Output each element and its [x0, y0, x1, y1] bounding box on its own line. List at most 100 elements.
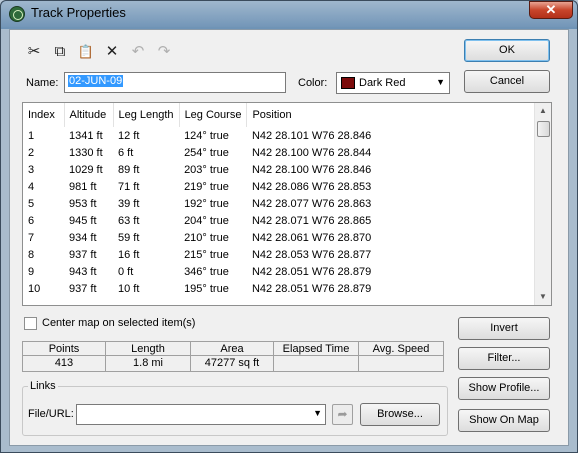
show-on-map-button[interactable]: Show On Map — [458, 409, 550, 432]
column-header-altitude[interactable]: Altitude — [64, 103, 114, 127]
stat-header: Area — [191, 342, 273, 356]
table-row[interactable]: 7 934 ft 59 ft 210° true N42 28.061 W76 28.8… — [23, 229, 537, 246]
file-url-input[interactable]: ▼ — [76, 404, 326, 425]
table-cell: 981 ft — [69, 180, 97, 193]
table-cell: 953 ft — [69, 197, 97, 210]
stat-value: 1.8 mi — [133, 357, 163, 369]
redo-icon[interactable]: ↷ — [154, 42, 174, 62]
table-cell: 0 ft — [118, 265, 134, 278]
table-cell: 8 — [28, 248, 35, 261]
table-cell: N42 28.100 W76 28.844 — [251, 146, 372, 159]
color-swatch — [341, 77, 355, 89]
table-cell: 945 ft — [69, 214, 97, 227]
name-value: 02-JUN-09 — [68, 75, 124, 87]
table-cell: 204° true — [184, 214, 229, 227]
table-cell: N42 28.071 W76 28.865 — [251, 214, 372, 227]
table-row[interactable]: 4 981 ft 71 ft 219° true N42 28.086 W76 28.8… — [23, 178, 537, 195]
name-input[interactable]: 02-JUN-09 — [64, 72, 286, 93]
file-url-label: File/URL: — [28, 408, 74, 420]
scroll-down-icon[interactable]: ▼ — [535, 289, 551, 305]
table-cell: 210° true — [184, 231, 229, 244]
table-row[interactable]: 6 945 ft 63 ft 204° true N42 28.071 W76 28.8… — [23, 212, 537, 229]
table-cell: N42 28.061 W76 28.870 — [251, 231, 372, 244]
ok-button[interactable]: OK — [464, 39, 550, 62]
table-cell: 10 ft — [118, 282, 140, 295]
column-header-leg-length[interactable]: Leg Length — [113, 103, 180, 127]
column-header-index[interactable]: Index — [23, 103, 65, 127]
column-header-position[interactable]: Position — [246, 103, 537, 127]
table-row[interactable]: 5 953 ft 39 ft 192° true N42 28.077 W76 28.8… — [23, 195, 537, 212]
table-cell: 934 ft — [69, 231, 97, 244]
close-button[interactable]: ✕ — [529, 1, 573, 19]
table-cell: 3 — [28, 163, 35, 176]
table-cell: 346° true — [184, 265, 229, 278]
table-row[interactable]: 1 1341 ft 12 ft 124° true N42 28.101 W76 28.… — [23, 127, 537, 144]
table-cell: 937 ft — [69, 248, 97, 261]
cancel-button[interactable]: Cancel — [464, 70, 550, 93]
color-value: Dark Red — [359, 77, 406, 89]
table-cell: N42 28.100 W76 28.846 — [251, 163, 372, 176]
table-row[interactable]: 10 937 ft 10 ft 195° true N42 28.051 W76 28.… — [23, 280, 537, 297]
show-profile-button[interactable]: Show Profile... — [458, 377, 550, 400]
table-row[interactable]: 2 1330 ft 6 ft 254° true N42 28.100 W76 28.8… — [23, 144, 537, 161]
table-cell: 192° true — [184, 197, 229, 210]
name-label: Name: — [26, 77, 59, 89]
stat-value: 413 — [54, 357, 74, 369]
table-cell: 2 — [28, 146, 35, 159]
links-group-title: Links — [28, 380, 58, 392]
table-cell: N42 28.086 W76 28.853 — [251, 180, 372, 193]
chevron-down-icon[interactable]: ▼ — [313, 408, 322, 418]
table-scrollbar[interactable]: ▲ ▼ — [534, 103, 551, 305]
table-cell: 39 ft — [118, 197, 140, 210]
open-link-button[interactable]: ➦ — [332, 404, 353, 425]
table-row[interactable]: 3 1029 ft 89 ft 203° true N42 28.100 W76 28.… — [23, 161, 537, 178]
track-properties-window: Track Properties ✕ ✂ ⧉ 📋 ✕ ↶ ↷ Name: 02-… — [0, 0, 578, 453]
window-title: Track Properties — [31, 5, 126, 20]
table-cell: N42 28.101 W76 28.846 — [251, 129, 372, 142]
table-cell: 6 — [28, 214, 35, 227]
stat-header: Points — [23, 342, 105, 356]
column-header-leg-course[interactable]: Leg Course — [179, 103, 248, 127]
scroll-up-icon[interactable]: ▲ — [535, 103, 551, 119]
table-cell: 203° true — [184, 163, 229, 176]
color-select[interactable]: Dark Red ▼ — [336, 72, 450, 94]
table-cell: 7 — [28, 231, 35, 244]
table-cell: 6 ft — [118, 146, 134, 159]
stat-area: Area 47277 sq ft — [191, 342, 274, 371]
cut-icon[interactable]: ✂ — [24, 42, 44, 62]
table-cell: 943 ft — [69, 265, 97, 278]
table-cell: 5 — [28, 197, 35, 210]
center-map-checkbox[interactable] — [24, 317, 37, 330]
table-cell: 59 ft — [118, 231, 140, 244]
track-stats-panel: Points 413 Length 1.8 mi Area 47277 sq f… — [22, 341, 444, 372]
undo-icon[interactable]: ↶ — [128, 42, 148, 62]
table-cell: 1029 ft — [69, 163, 103, 176]
browse-button[interactable]: Browse... — [360, 403, 440, 426]
arrow-right-icon: ➦ — [337, 407, 348, 421]
table-cell: 219° true — [184, 180, 229, 193]
table-body: 1 1341 ft 12 ft 124° true N42 28.101 W76 28.… — [23, 127, 537, 297]
table-row[interactable]: 8 937 ft 16 ft 215° true N42 28.053 W76 28.8… — [23, 246, 537, 263]
table-cell: 9 — [28, 265, 35, 278]
table-cell: N42 28.051 W76 28.879 — [251, 282, 372, 295]
chevron-down-icon: ▼ — [436, 77, 445, 87]
stat-elapsed-time: Elapsed Time — [274, 342, 359, 371]
scroll-thumb[interactable] — [537, 121, 550, 137]
filter-button[interactable]: Filter... — [458, 347, 550, 370]
paste-icon[interactable]: 📋 — [76, 42, 96, 62]
copy-icon[interactable]: ⧉ — [50, 42, 70, 62]
table-cell: 1341 ft — [69, 129, 103, 142]
delete-icon[interactable]: ✕ — [102, 42, 122, 62]
title-bar[interactable]: Track Properties ✕ — [1, 1, 577, 27]
stat-header: Elapsed Time — [274, 342, 358, 356]
table-cell: 937 ft — [69, 282, 97, 295]
stat-value: 47277 sq ft — [204, 357, 260, 369]
table-cell: 71 ft — [118, 180, 140, 193]
track-points-table[interactable]: Index Altitude Leg Length Leg Course Pos… — [22, 102, 552, 306]
invert-button[interactable]: Invert — [458, 317, 550, 340]
table-cell: 124° true — [184, 129, 229, 142]
stat-avg-speed: Avg. Speed — [359, 342, 443, 371]
center-map-label[interactable]: Center map on selected item(s) — [42, 317, 195, 329]
color-label: Color: — [298, 77, 328, 89]
table-row[interactable]: 9 943 ft 0 ft 346° true N42 28.051 W76 28.87… — [23, 263, 537, 280]
